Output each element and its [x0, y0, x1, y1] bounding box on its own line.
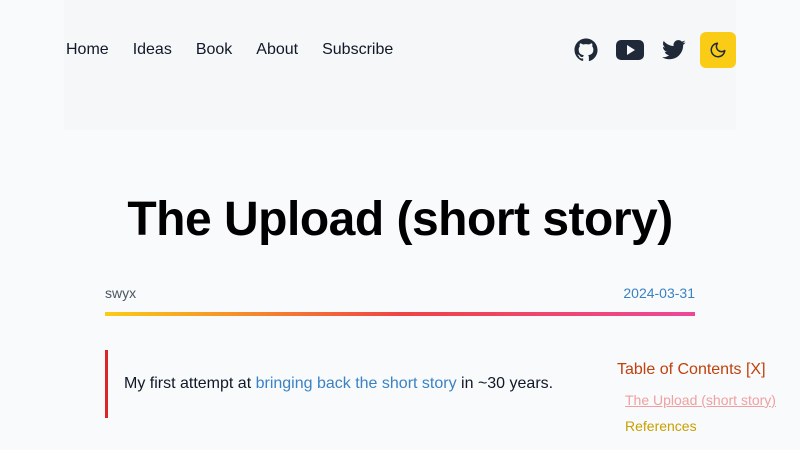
title-divider	[105, 312, 695, 316]
intro-prefix: My first attempt at	[124, 375, 256, 392]
toc-toggle[interactable]: Table of Contents [X]	[617, 360, 797, 380]
nav-home-link[interactable]: Home	[66, 40, 109, 60]
top-navigation: Home Ideas Book About Subscribe	[64, 0, 736, 130]
toc-item-references[interactable]: References	[625, 418, 797, 434]
twitter-link[interactable]	[656, 32, 692, 68]
moon-icon	[710, 42, 726, 58]
page-title: The Upload (short story)	[127, 193, 673, 246]
nav-about-link[interactable]: About	[256, 40, 298, 60]
github-link[interactable]	[568, 32, 604, 68]
github-icon	[574, 38, 598, 62]
social-icons	[568, 32, 736, 68]
twitter-icon	[662, 40, 686, 60]
youtube-icon	[616, 40, 644, 60]
table-of-contents: Table of Contents [X] The Upload (short …	[617, 360, 797, 434]
nav-ideas-link[interactable]: Ideas	[133, 40, 172, 60]
toc-item-the-upload[interactable]: The Upload (short story)	[625, 392, 797, 408]
theme-toggle-button[interactable]	[700, 32, 736, 68]
post-meta: swyx 2024-03-31	[105, 285, 695, 305]
youtube-link[interactable]	[612, 32, 648, 68]
nav-subscribe-link[interactable]: Subscribe	[322, 40, 393, 60]
author-name: swyx	[105, 285, 137, 301]
nav-book-link[interactable]: Book	[196, 40, 232, 60]
intro-suffix: in ~30 years.	[456, 375, 554, 392]
post-date-link[interactable]: 2024-03-31	[623, 285, 695, 301]
short-story-link[interactable]: bringing back the short story	[256, 375, 457, 392]
intro-text: My first attempt at bringing back the sh…	[124, 375, 553, 393]
nav-links: Home Ideas Book About Subscribe	[66, 40, 393, 60]
intro-quote: My first attempt at bringing back the sh…	[105, 350, 565, 418]
